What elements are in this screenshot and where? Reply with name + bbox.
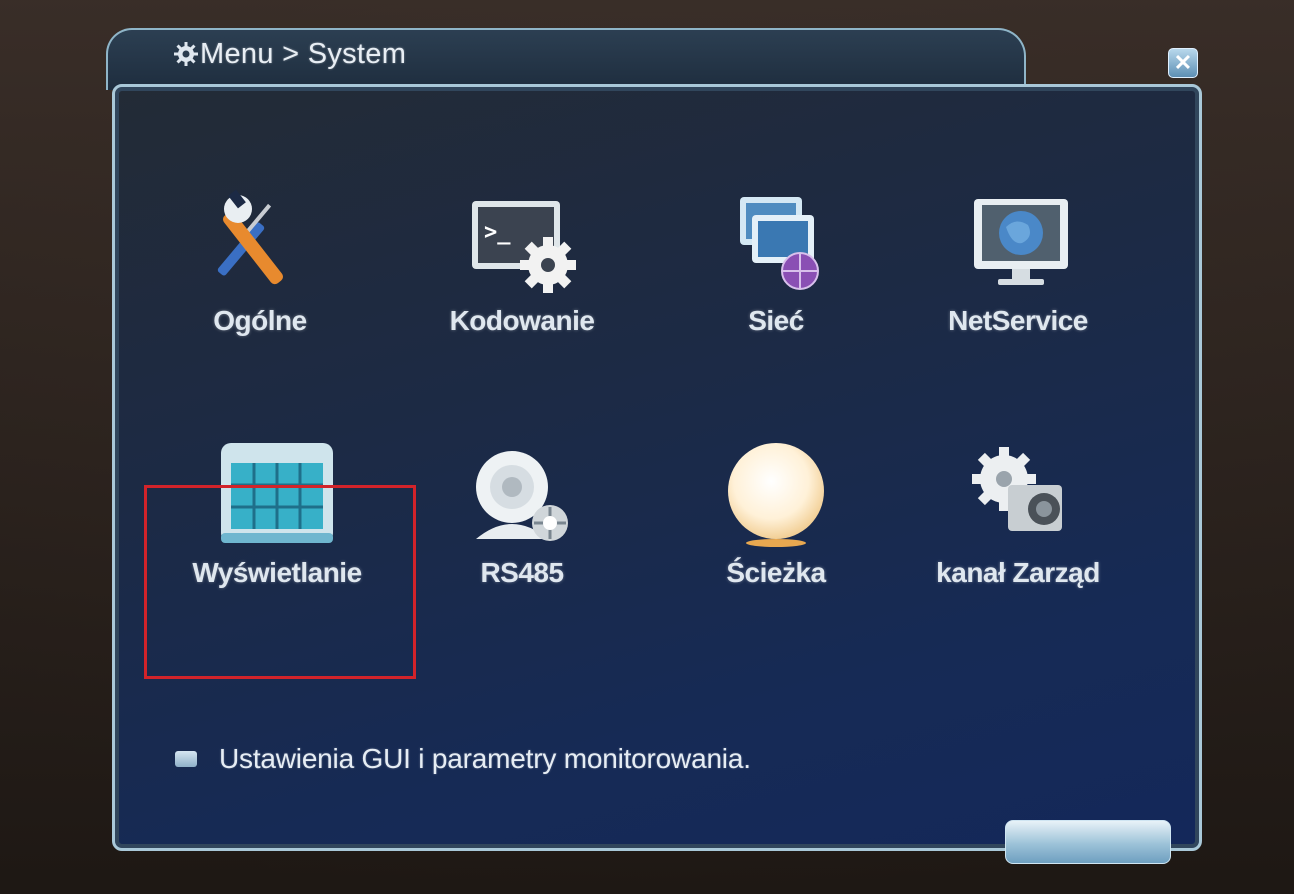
ok-button[interactable] [1005, 820, 1171, 864]
tile-ogolne[interactable]: Ogólne [155, 187, 365, 387]
title-tab: Menu > System [106, 28, 1026, 90]
window-title: Menu > System [200, 38, 407, 70]
tile-label: Kodowanie [449, 305, 595, 336]
tile-siec[interactable]: Sieć [671, 187, 881, 387]
gear-icon [174, 42, 198, 66]
tile-label: Ogólne [213, 305, 307, 336]
tile-label: RS485 [480, 557, 564, 588]
network-icon [740, 197, 819, 290]
sphere-icon [728, 443, 824, 547]
tile-label: Sieć [748, 305, 804, 336]
main-panel: Ogólne >_ Kodowanie Sieć NetService Wyśw… [112, 84, 1202, 864]
selection-highlight [144, 485, 416, 679]
tile-sciezka[interactable]: Ścieżka [671, 439, 881, 639]
close-icon: ✕ [1173, 50, 1193, 75]
tile-netservice[interactable]: NetService [913, 187, 1123, 387]
tile-kanal-zarzad[interactable]: kanał Zarząd [913, 439, 1123, 639]
close-button[interactable]: ✕ [1168, 48, 1198, 78]
tile-rs485[interactable]: RS485 [417, 439, 627, 639]
system-menu-window: Menu > System ✕ Ogólne >_ Kodowanie Sieć… [106, 28, 1211, 864]
tools-icon [217, 189, 283, 285]
terminal-gear-icon: >_ [472, 201, 576, 293]
camera-gear-icon [972, 447, 1062, 531]
svg-text:>_: >_ [484, 220, 511, 245]
tile-kodowanie[interactable]: >_ Kodowanie [417, 187, 627, 387]
status-bar: Ustawienia GUI i parametry monitorowania… [175, 739, 751, 779]
tile-label: Ścieżka [726, 557, 826, 588]
ptz-camera-icon [476, 451, 568, 541]
tile-label: kanał Zarząd [936, 557, 1100, 588]
status-text: Ustawienia GUI i parametry monitorowania… [219, 743, 751, 774]
info-icon [175, 751, 197, 767]
monitor-globe-icon [974, 199, 1068, 285]
tile-label: NetService [948, 305, 1088, 336]
